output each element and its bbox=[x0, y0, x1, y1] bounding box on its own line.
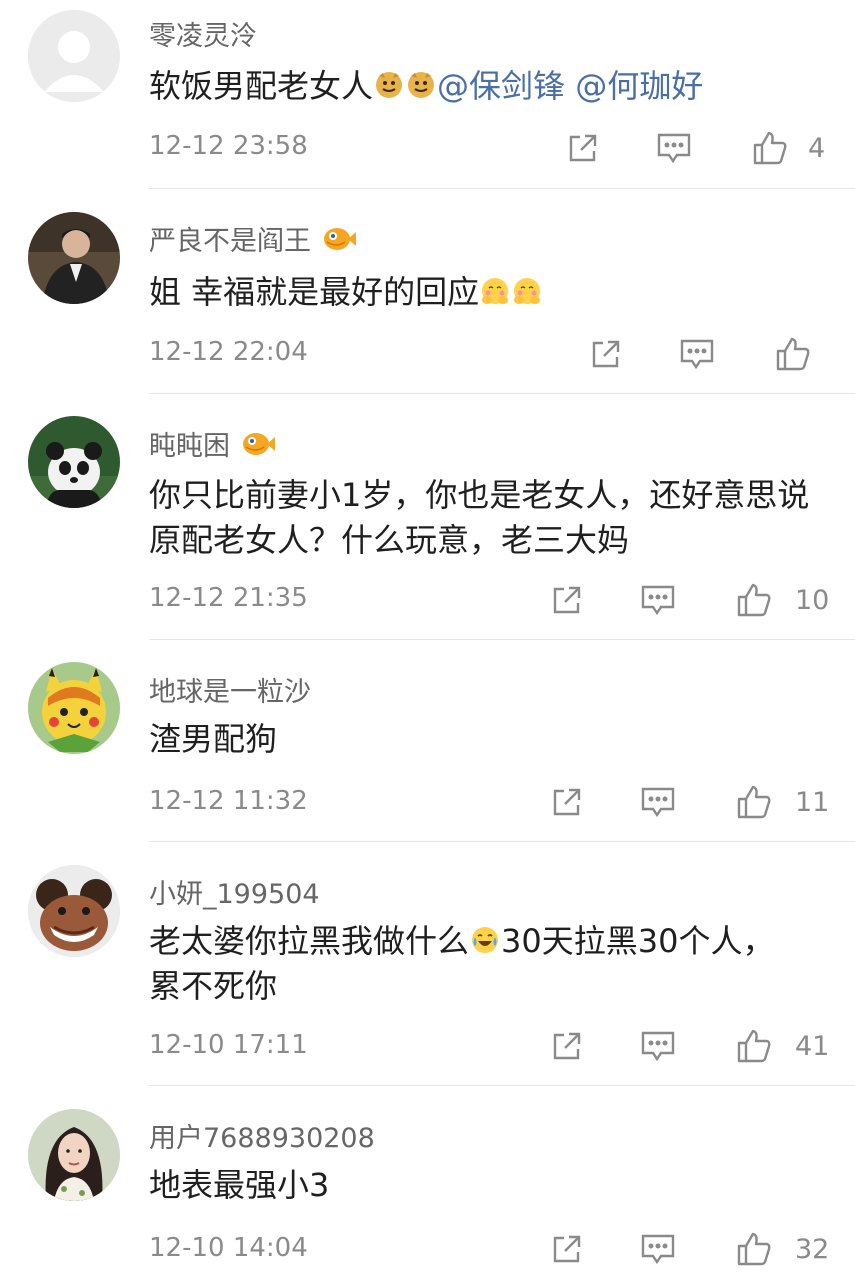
share-icon[interactable] bbox=[586, 334, 626, 374]
comment-text: 渣男配狗 bbox=[149, 720, 278, 758]
laugh-cry-emoji bbox=[472, 927, 499, 953]
comment-item: 小妍_199504 老太婆你拉黑我做什么 30天拉黑30个人，累不死你 12-10… bbox=[0, 843, 855, 1087]
fish-badge-icon bbox=[324, 227, 356, 250]
like-icon[interactable] bbox=[734, 580, 774, 620]
reply-icon[interactable] bbox=[638, 580, 678, 620]
doge-emoji bbox=[408, 72, 435, 98]
username[interactable]: 严良不是阎王 bbox=[149, 219, 357, 258]
comment-item: 盹盹困 你只比前妻小1岁，你也是老女人，还好意思说原配老女人？什么玩意，老三大妈… bbox=[0, 395, 855, 641]
divider bbox=[149, 841, 855, 842]
timestamp: 12-10 17:11 bbox=[149, 1030, 308, 1060]
timestamp: 12-12 22:04 bbox=[149, 337, 308, 367]
mention-link[interactable]: @保剑锋 bbox=[437, 67, 565, 105]
timestamp: 12-10 14:04 bbox=[149, 1233, 308, 1263]
reply-icon[interactable] bbox=[638, 1026, 678, 1066]
username[interactable]: 盹盹困 bbox=[149, 424, 276, 463]
avatar[interactable] bbox=[28, 865, 120, 957]
divider bbox=[149, 393, 855, 394]
mention-link[interactable]: @何珈好 bbox=[575, 67, 703, 105]
comment-item: 地球是一粒沙 渣男配狗 12-12 11:32 11 bbox=[0, 641, 855, 843]
like-count: 10 bbox=[795, 585, 830, 616]
reply-icon[interactable] bbox=[638, 782, 678, 822]
like-count: 4 bbox=[808, 133, 826, 164]
like-count: 11 bbox=[795, 787, 830, 818]
share-icon[interactable] bbox=[547, 580, 587, 620]
hug-emoji bbox=[514, 278, 541, 304]
divider bbox=[149, 188, 855, 189]
username[interactable]: 地球是一粒沙 bbox=[149, 670, 311, 709]
avatar[interactable] bbox=[28, 662, 120, 754]
comment-text: 你只比前妻小1岁，你也是老女人，还好意思说原配老女人？什么玩意，老三大妈 bbox=[149, 476, 810, 559]
like-icon[interactable] bbox=[734, 782, 774, 822]
comment-text: 软饭男配老女人 @保剑锋 @何珈好 bbox=[149, 67, 704, 105]
reply-icon[interactable] bbox=[677, 334, 717, 374]
share-icon[interactable] bbox=[547, 1026, 587, 1066]
divider bbox=[149, 1085, 855, 1086]
doge-emoji bbox=[376, 72, 403, 98]
avatar[interactable] bbox=[28, 1109, 120, 1201]
comment-item: 用户7688930208 地表最强小3 12-10 14:04 32 bbox=[0, 1087, 855, 1280]
like-icon[interactable] bbox=[773, 334, 813, 374]
reply-icon[interactable] bbox=[654, 128, 694, 168]
share-icon[interactable] bbox=[563, 128, 603, 168]
username[interactable]: 零凌灵泠 bbox=[149, 14, 257, 53]
comment-text: 姐 幸福就是最好的回应 bbox=[149, 270, 825, 315]
username[interactable]: 小妍_199504 bbox=[149, 872, 320, 911]
hug-emoji bbox=[482, 278, 509, 304]
comment-item: 零凌灵泠 软饭男配老女人 @保剑锋 @何珈好 12-12 23:58 4 bbox=[0, 0, 855, 190]
avatar[interactable] bbox=[28, 10, 120, 102]
reply-icon[interactable] bbox=[638, 1229, 678, 1269]
fish-badge-icon bbox=[243, 432, 275, 455]
like-count: 41 bbox=[795, 1031, 830, 1062]
comment-text: 地表最强小3 bbox=[149, 1166, 330, 1204]
timestamp: 12-12 23:58 bbox=[149, 131, 308, 161]
comment-item: 严良不是阎王 姐 幸福就是最好的回应 12-12 22:04 bbox=[0, 190, 855, 395]
comment-text: 老太婆你拉黑我做什么 30天拉黑30个人，累不死你 bbox=[149, 922, 775, 1005]
share-icon[interactable] bbox=[547, 782, 587, 822]
like-icon[interactable] bbox=[734, 1229, 774, 1269]
divider bbox=[149, 639, 855, 640]
timestamp: 12-12 21:35 bbox=[149, 583, 308, 613]
avatar[interactable] bbox=[28, 416, 120, 508]
avatar[interactable] bbox=[28, 212, 120, 304]
share-icon[interactable] bbox=[547, 1229, 587, 1269]
like-count: 32 bbox=[795, 1234, 830, 1265]
like-icon[interactable] bbox=[750, 128, 790, 168]
username[interactable]: 用户7688930208 bbox=[149, 1116, 375, 1155]
like-icon[interactable] bbox=[734, 1026, 774, 1066]
timestamp: 12-12 11:32 bbox=[149, 786, 308, 816]
